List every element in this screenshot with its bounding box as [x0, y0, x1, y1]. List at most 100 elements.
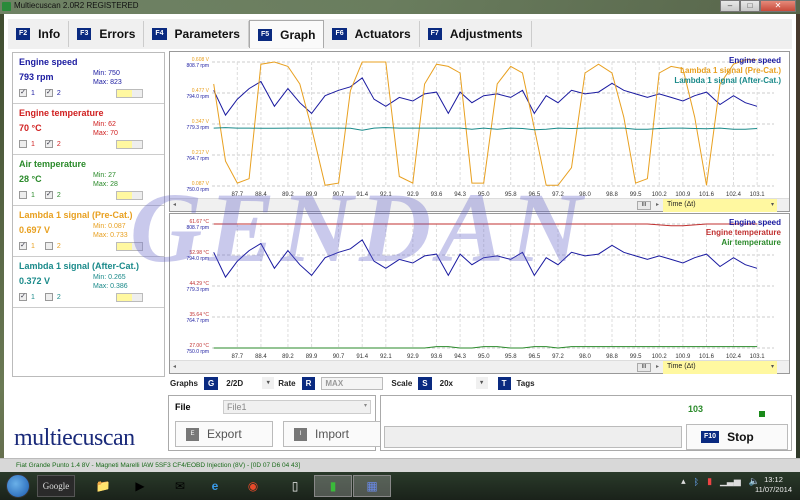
start-button[interactable]: [6, 474, 30, 498]
rate-key[interactable]: R: [301, 376, 316, 390]
checkbox-label: 1: [31, 191, 35, 199]
minimize-button[interactable]: –: [720, 0, 740, 12]
y-tick-label: 808.7 rpm: [186, 225, 209, 231]
parameter-min: Min: 750: [93, 70, 120, 77]
scroll-thumb[interactable]: III: [637, 363, 651, 372]
scroll-thumb[interactable]: III: [637, 201, 651, 210]
tags-key[interactable]: T: [497, 376, 511, 390]
scale-key[interactable]: S: [418, 376, 432, 390]
parameter-item: Air temperature 28 °C Min: 27 Max: 28 1 …: [13, 155, 164, 206]
graph-2-checkbox[interactable]: ✓: [44, 89, 53, 97]
y-tick-label: 750.0 rpm: [186, 349, 209, 355]
graph-2-checkbox[interactable]: [44, 293, 53, 301]
folder-icon[interactable]: 📁: [88, 475, 118, 497]
tags-label[interactable]: Tags: [517, 379, 535, 388]
scroll-left-icon[interactable]: ◂: [173, 363, 176, 370]
line-style-select[interactable]: [116, 89, 143, 98]
y-tick-label: 808.7 rpm: [186, 63, 209, 69]
network-icon[interactable]: ▁▃▅: [720, 476, 741, 487]
line-style-select[interactable]: [116, 191, 143, 200]
chevron-down-icon: ▾: [770, 202, 774, 208]
graph-1-checkbox[interactable]: [19, 140, 27, 148]
time-axis-label: Time (Δt): [667, 363, 696, 370]
y-tick-label: 794.0 rpm: [186, 94, 209, 100]
tab-parameters[interactable]: F4 Parameters: [144, 21, 249, 47]
graph-1[interactable]: 0.608 V 808.7 rpm 0.477 V 794.0 rpm 0.347 V7…: [169, 51, 790, 212]
line-style-select[interactable]: [116, 242, 143, 251]
tab-graph[interactable]: F5 Graph: [248, 20, 325, 48]
outlook-icon[interactable]: ✉: [165, 475, 195, 497]
graph-2-checkbox[interactable]: ✓: [44, 140, 53, 148]
tab-info[interactable]: F2 Info: [8, 21, 70, 47]
checkbox-label: 2: [56, 242, 61, 250]
import-button[interactable]: I Import: [283, 421, 381, 447]
graph-2-scrollbar[interactable]: ◂ III ▸ Time (Δt) ▾: [170, 360, 789, 374]
power-icon[interactable]: ▮: [707, 476, 712, 487]
stop-label: Stop: [727, 430, 754, 444]
checkbox-label: 2: [56, 140, 61, 148]
rate-select[interactable]: MAX: [321, 376, 384, 390]
parameter-minmax: Min: 0.087 Max: 0.733: [93, 222, 128, 240]
close-button[interactable]: ✕: [760, 0, 796, 12]
stop-button[interactable]: F10 Stop: [686, 424, 788, 450]
scroll-left-icon[interactable]: ◂: [173, 201, 176, 208]
file-select[interactable]: File1 ▾: [223, 400, 371, 414]
tab-label: Info: [38, 27, 61, 41]
tab-errors[interactable]: F3 Errors: [69, 21, 145, 47]
graphs-key[interactable]: G: [204, 376, 219, 390]
graph-2-checkbox[interactable]: [44, 242, 53, 250]
parameter-min: Min: 0.265: [93, 274, 126, 281]
time-axis-select[interactable]: Time (Δt) ▾: [663, 361, 777, 374]
tab-label: Graph: [280, 27, 316, 42]
parameter-list: Engine speed 793 rpm Min: 750 Max: 823 ✓…: [12, 52, 165, 377]
maximize-button[interactable]: □: [740, 0, 760, 12]
graph-2[interactable]: 61.67 °C 808.7 rpm 52.98 °C 794.0 rpm 44.29 …: [169, 213, 790, 374]
scroll-right-icon[interactable]: ▸: [656, 363, 659, 370]
line-style-select[interactable]: [116, 293, 143, 302]
function-key-badge: F6: [332, 28, 347, 40]
graph-1-checkbox[interactable]: ✓: [19, 293, 27, 301]
acquisition-status-panel: 103 F10 Stop: [380, 395, 792, 451]
document-icon[interactable]: ▯: [280, 475, 310, 497]
tab-adjustments[interactable]: F7 Adjustments: [420, 21, 532, 47]
checkbox-label: 2: [56, 89, 61, 97]
clock[interactable]: 13:12 11/07/2014: [755, 475, 792, 495]
taskbar-google[interactable]: Google: [37, 475, 75, 497]
graph-controls: Graphs G 2/2D ▾ Rate R MAX Scale S 20x ▾…: [170, 375, 790, 391]
time-axis-select[interactable]: Time (Δt) ▾: [663, 199, 777, 212]
chevron-down-icon[interactable]: ▾: [262, 377, 275, 389]
y-tick-label: 779.3 rpm: [186, 287, 209, 293]
legend-entry: Engine temperature: [705, 228, 781, 237]
tray-expand-icon[interactable]: ▴: [681, 476, 686, 487]
parameter-min: Min: 27: [93, 172, 116, 179]
bluetooth-icon[interactable]: ᛒ: [694, 477, 699, 487]
function-key-badge: F3: [77, 28, 92, 40]
function-key-badge: F7: [427, 28, 442, 40]
graph-1-checkbox[interactable]: ✓: [19, 242, 27, 250]
scale-select[interactable]: 20x: [438, 377, 476, 390]
y-tick-label: 764.7 rpm: [186, 156, 209, 162]
graph-1-checkbox[interactable]: [19, 191, 27, 199]
graph-1-checkbox[interactable]: ✓: [19, 89, 27, 97]
system-tray: ▴ ᛒ ▮ ▁▃▅ 🔈: [681, 476, 760, 487]
chrome-icon[interactable]: ◉: [238, 475, 268, 497]
internet-explorer-icon[interactable]: e: [200, 475, 230, 497]
parameter-name: Lambda 1 signal (Pre-Cat.): [19, 210, 133, 220]
paint-icon[interactable]: ▦: [353, 475, 391, 497]
graph-1-scrollbar[interactable]: ◂ III ▸ Time (Δt) ▾: [170, 198, 789, 212]
chevron-down-icon[interactable]: ▾: [475, 377, 488, 389]
multiecuscan-taskbar-icon[interactable]: ▮: [314, 475, 352, 497]
status-led-icon: [759, 411, 765, 417]
parameter-item: Engine speed 793 rpm Min: 750 Max: 823 ✓…: [13, 53, 164, 104]
media-player-icon[interactable]: ▶: [125, 475, 155, 497]
parameter-minmax: Min: 62 Max: 70: [93, 120, 118, 138]
checkbox-label: 1: [31, 140, 35, 148]
export-button[interactable]: E Export: [175, 421, 273, 447]
scroll-right-icon[interactable]: ▸: [656, 201, 659, 208]
checkbox-label: 2: [56, 293, 61, 301]
graphs-select[interactable]: 2/2D: [224, 377, 262, 390]
tab-label: Parameters: [174, 27, 240, 41]
tab-actuators[interactable]: F6 Actuators: [324, 21, 420, 47]
line-style-select[interactable]: [116, 140, 143, 149]
graph-2-checkbox[interactable]: ✓: [44, 191, 53, 199]
